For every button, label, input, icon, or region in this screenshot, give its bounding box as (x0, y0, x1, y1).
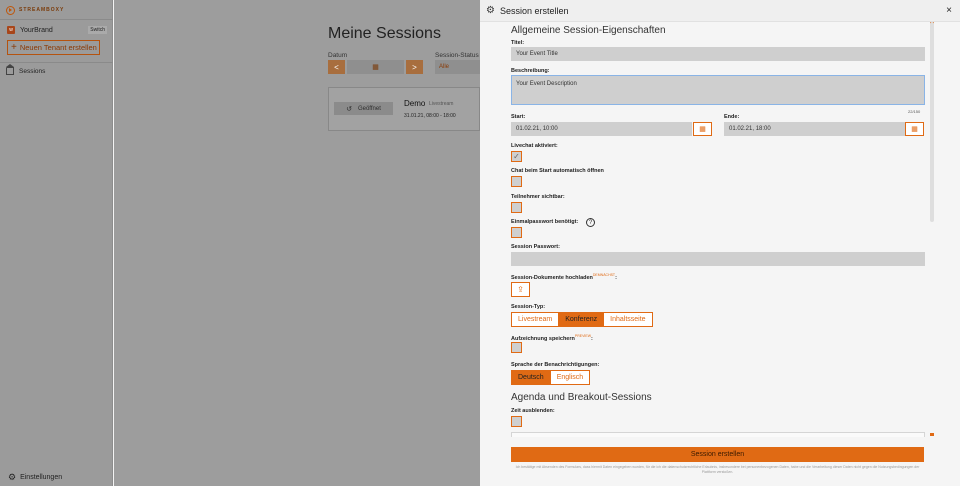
sidebar-item-settings[interactable]: ⚙ Einstellungen (8, 472, 62, 483)
session-card[interactable]: ↺ Geöffnet Demo Livestream 31.01.21, 08:… (328, 87, 480, 131)
lang-deutsch[interactable]: Deutsch (512, 371, 551, 384)
scroll-down-arrow[interactable] (930, 433, 934, 436)
brand-row: w YourBrand Switch (7, 25, 107, 35)
notification-lang-toggle: Deutsch Englisch (511, 370, 591, 385)
recording-label-colon: : (591, 335, 593, 342)
sidebar-divider (0, 19, 113, 20)
sidebar-item-sessions[interactable]: Sessions (6, 64, 46, 75)
status-select[interactable]: Alle (435, 60, 485, 74)
help-circle-icon[interactable]: ? (586, 218, 595, 227)
date-prev-button[interactable]: < (328, 60, 345, 74)
date-next-button[interactable]: > (406, 60, 423, 74)
password-input[interactable] (511, 252, 925, 266)
hide-time-label: Zeit ausblenden: (511, 408, 555, 414)
status-filter-label: Session-Status (435, 52, 479, 59)
scrollbar[interactable] (930, 22, 934, 222)
session-type-livestream[interactable]: Livestream (512, 313, 560, 326)
calendar-icon: ▦ (372, 64, 379, 71)
preview-badge: PREVIEW (574, 334, 592, 338)
documents-label-colon: : (615, 274, 617, 281)
close-icon[interactable]: × (946, 5, 952, 16)
section-title-general: Allgemeine Session-Eigenschaften (511, 25, 666, 36)
panel-header: ⚙ Session erstellen × (480, 0, 960, 22)
otp-label: Einmalpasswort benötigt: (511, 219, 579, 225)
sidebar: STREAMBOXY w YourBrand Switch + Neuen Te… (0, 0, 113, 486)
date-filter: < ▦ > (328, 60, 423, 74)
title-input[interactable]: Your Event Title (511, 47, 925, 61)
livechat-checkbox[interactable]: ✓ (511, 151, 522, 162)
create-session-panel: ⚙ Session erstellen × Allgemeine Session… (480, 0, 960, 486)
calendar-icon: ▦ (699, 126, 706, 133)
gear-icon: ⚙ (486, 5, 495, 16)
recording-label: Aufzeichnung speichernPREVIEW: (511, 334, 593, 342)
password-label: Session Passwort: (511, 244, 560, 250)
logo-text: STREAMBOXY (19, 7, 65, 13)
panel-title: Session erstellen (499, 5, 569, 16)
create-session-button[interactable]: Session erstellen (511, 447, 924, 462)
open-session-button[interactable]: ↺ Geöffnet (334, 102, 393, 115)
sidebar-item-label: Sessions (19, 67, 46, 75)
session-type-label: Session-Typ: (511, 304, 546, 310)
description-textarea[interactable]: Your Event Description (511, 75, 925, 105)
chat-open-checkbox[interactable] (511, 176, 522, 187)
description-label: Beschreibung: (511, 68, 550, 74)
start-calendar-button[interactable]: ▦ (693, 122, 712, 136)
session-time: 31.01.21, 08:00 - 18:00 (404, 113, 456, 119)
section-title-agenda: Agenda und Breakout-Sessions (511, 392, 652, 403)
date-filter-label: Datum (328, 52, 348, 59)
history-icon: ↺ (346, 105, 352, 113)
end-input[interactable]: 01.02.21, 18:00 (724, 122, 905, 136)
recording-label-text: Aufzeichnung speichern (511, 335, 575, 342)
start-label: Start: (511, 114, 526, 120)
hide-time-checkbox[interactable] (511, 416, 522, 427)
session-type-inhaltsseite[interactable]: Inhaltsseite (604, 313, 652, 326)
plus-icon: + (11, 41, 17, 53)
start-input[interactable]: 01.02.21, 10:00 (511, 122, 692, 136)
open-session-label: Geöffnet (357, 105, 381, 112)
switch-tenant-button[interactable]: Switch (88, 26, 107, 34)
char-counter: 22/150 (908, 109, 921, 114)
end-label: Ende: (724, 114, 740, 120)
brand-name: YourBrand (20, 26, 53, 34)
coming-soon-badge: DEMNÄCHST (592, 273, 616, 277)
calendar-icon: ▦ (911, 126, 918, 133)
lang-englisch[interactable]: Englisch (550, 371, 590, 384)
agenda-list (511, 432, 925, 437)
legal-notice: Ich bestätige mit Absenden des Formulars… (515, 465, 920, 474)
otp-checkbox[interactable] (511, 227, 522, 238)
recording-checkbox[interactable] (511, 342, 522, 353)
gear-icon: ⚙ (8, 472, 17, 482)
title-label: Titel: (511, 40, 525, 46)
documents-label: Session-Dokumente hochladenDEMNÄCHST: (511, 273, 617, 281)
session-type-konferenz[interactable]: Konferenz (559, 313, 605, 326)
notification-lang-label: Sprache der Benachrichtigungen: (511, 362, 600, 368)
app-logo[interactable]: STREAMBOXY (6, 5, 64, 15)
participants-checkbox[interactable] (511, 202, 522, 213)
brand-avatar: w (7, 26, 15, 34)
page-title: Meine Sessions (328, 25, 441, 42)
date-field[interactable]: ▦ (347, 60, 404, 74)
upload-icon: ⇪ (517, 285, 524, 294)
chat-open-label: Chat beim Start automatisch öffnen (511, 168, 604, 174)
new-tenant-label: Neuen Tenant erstellen (19, 43, 97, 52)
participants-label: Teilnehmer sichtbar: (511, 194, 565, 200)
new-tenant-button[interactable]: + Neuen Tenant erstellen (7, 40, 100, 55)
documents-label-text: Session-Dokumente hochladen (511, 274, 593, 281)
settings-label: Einstellungen (20, 474, 63, 481)
session-type: Livestream (429, 101, 454, 107)
session-title: Demo (404, 99, 426, 108)
livechat-label: Livechat aktiviert: (511, 143, 558, 149)
session-type-toggle: Livestream Konferenz Inhaltsseite (511, 312, 653, 327)
main-overlay (114, 0, 480, 486)
play-logo-icon (6, 5, 15, 15)
sidebar-divider (0, 62, 113, 63)
upload-button[interactable]: ⇪ (511, 282, 530, 297)
end-calendar-button[interactable]: ▦ (905, 122, 924, 136)
home-icon (6, 64, 14, 75)
